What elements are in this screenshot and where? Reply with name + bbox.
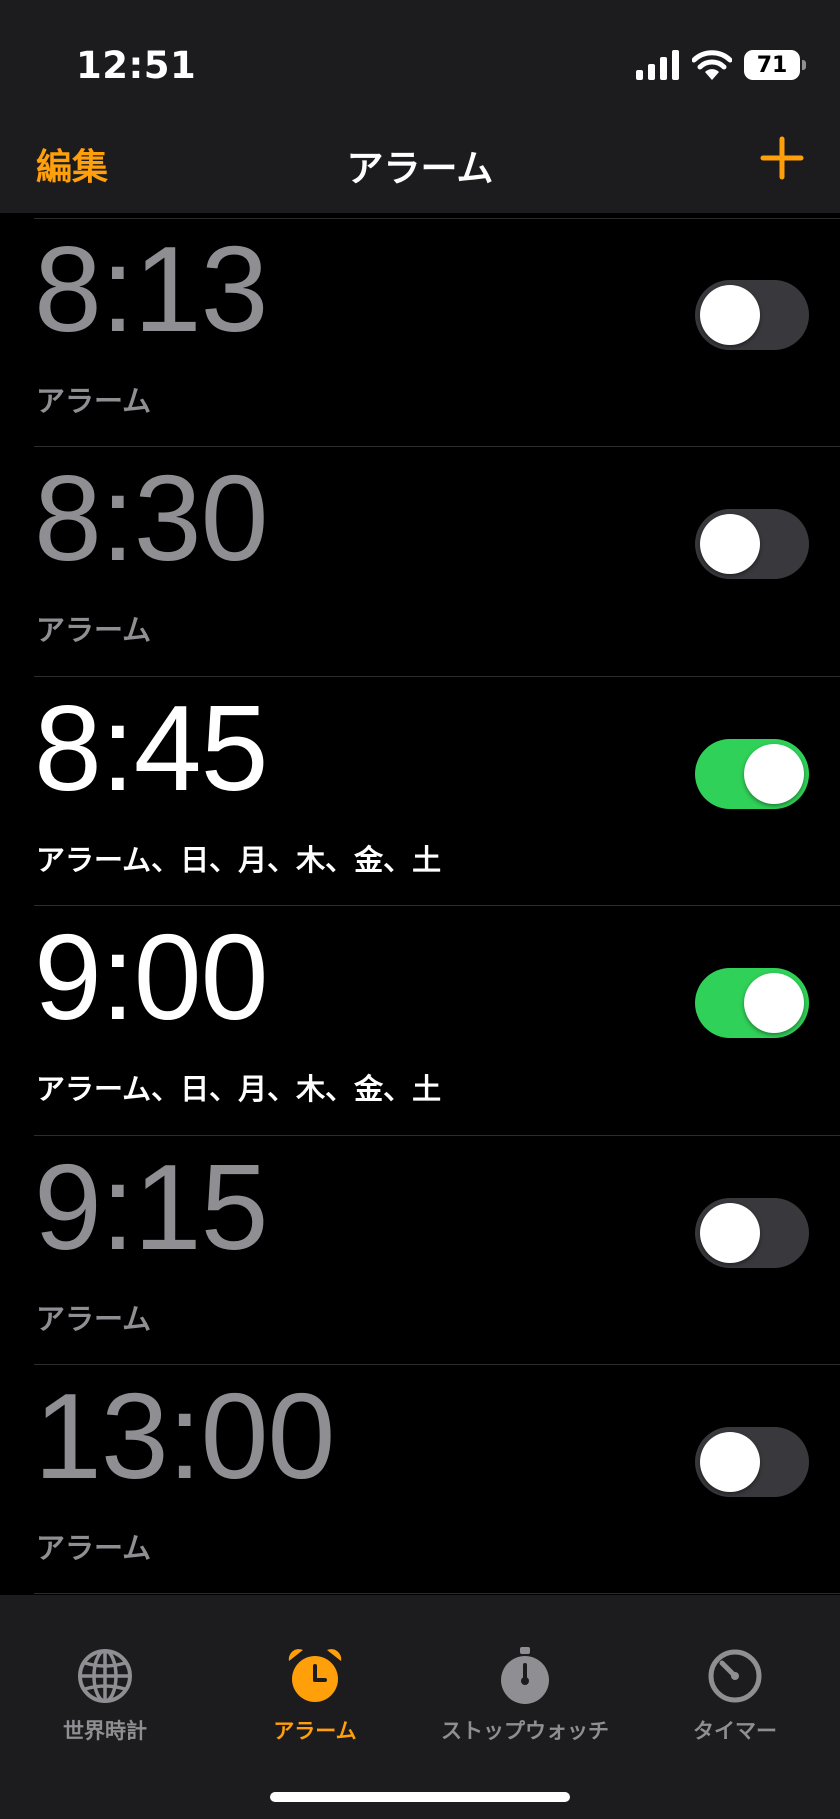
tab-stopwatch[interactable]: ストップウォッチ: [420, 1645, 630, 1745]
alarm-time: 9:00: [34, 909, 268, 1045]
alarm-toggle[interactable]: [695, 1198, 809, 1268]
alarm-label: アラーム、日、月、木、金、土: [36, 843, 442, 877]
alarm-row[interactable]: 9:15 アラーム: [0, 1136, 840, 1364]
tab-label: 世界時計: [63, 1719, 147, 1743]
tab-label: タイマー: [693, 1719, 777, 1743]
globe-icon: [78, 1649, 132, 1703]
alarm-label: アラーム: [36, 613, 152, 647]
status-bar: 12:51 71: [0, 0, 840, 120]
alarm-time: 8:45: [34, 680, 268, 816]
home-indicator[interactable]: [270, 1792, 570, 1802]
tab-bar: 世界時計 アラーム ストップウォッチ タイマー: [0, 1595, 840, 1819]
wifi-icon: [692, 50, 732, 80]
alarm-toggle[interactable]: [695, 739, 809, 809]
nav-bar: 編集 アラーム: [0, 120, 840, 213]
tab-label: アラーム: [273, 1719, 357, 1743]
separator: [34, 1593, 840, 1594]
alarm-toggle[interactable]: [695, 968, 809, 1038]
status-time: 12:51: [76, 44, 197, 87]
alarm-label: アラーム、日、月、木、金、土: [36, 1072, 442, 1106]
alarm-row[interactable]: 13:00 アラーム: [0, 1365, 840, 1593]
tab-alarm[interactable]: アラーム: [210, 1645, 420, 1745]
plus-icon[interactable]: [760, 136, 804, 180]
alarm-row[interactable]: 9:00 アラーム、日、月、木、金、土: [0, 906, 840, 1134]
page-title: アラーム: [346, 147, 494, 190]
alarm-label: アラーム: [36, 1531, 152, 1565]
tab-world-clock[interactable]: 世界時計: [0, 1645, 210, 1745]
battery-icon: 71: [744, 50, 806, 80]
alarm-time: 8:13: [34, 221, 268, 357]
toggle-knob: [744, 973, 804, 1033]
status-icons: 71: [636, 50, 806, 80]
alarm-label: アラーム: [36, 1302, 152, 1336]
battery-level: 71: [756, 52, 788, 78]
tab-label: ストップウォッチ: [441, 1719, 609, 1743]
alarm-time: 9:15: [34, 1139, 268, 1275]
tab-timer[interactable]: タイマー: [630, 1645, 840, 1745]
toggle-knob: [700, 1432, 760, 1492]
toggle-knob: [700, 285, 760, 345]
alarm-row[interactable]: 8:45 アラーム、日、月、木、金、土: [0, 677, 840, 905]
alarm-toggle[interactable]: [695, 509, 809, 579]
alarm-clock-icon: [288, 1649, 342, 1702]
stopwatch-icon: [501, 1647, 549, 1704]
alarm-time: 8:30: [34, 450, 268, 586]
alarm-row[interactable]: 8:30 アラーム: [0, 447, 840, 675]
toggle-knob: [744, 744, 804, 804]
toggle-knob: [700, 514, 760, 574]
timer-icon: [708, 1649, 762, 1703]
cellular-signal-icon: [636, 50, 679, 80]
alarm-toggle[interactable]: [695, 280, 809, 350]
alarm-label: アラーム: [36, 384, 152, 418]
alarm-row[interactable]: 8:13 アラーム: [0, 218, 840, 446]
alarm-time: 13:00: [34, 1368, 335, 1504]
alarm-toggle[interactable]: [695, 1427, 809, 1497]
toggle-knob: [700, 1203, 760, 1263]
